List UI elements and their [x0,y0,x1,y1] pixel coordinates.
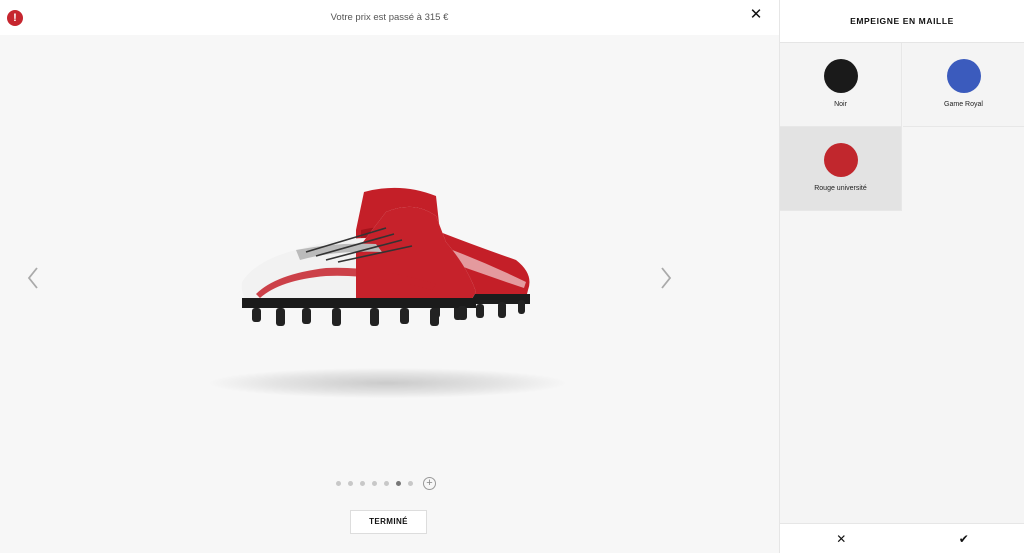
swatch-label: Noir [834,101,847,108]
next-view-button[interactable] [659,265,673,291]
swatch-label: Rouge université [814,185,867,192]
color-selection-panel: EMPEIGNE EN MAILLE Noir Game Royal Rouge… [779,0,1024,553]
product-viewer: ! Votre prix est passé à 315 € ✕ + TERMI… [0,0,779,553]
price-change-message: Votre prix est passé à 315 € [330,12,449,23]
chevron-left-icon [27,267,38,289]
color-circle [824,59,858,93]
view-dot-active[interactable] [396,480,401,486]
add-view-icon[interactable]: + [423,476,436,490]
swatch-rouge-universite[interactable]: Rouge université [780,127,902,211]
swatch-label: Game Royal [944,101,983,108]
color-circle [947,59,981,93]
swatch-game-royal[interactable]: Game Royal [903,43,1024,127]
view-pagination: + [336,476,436,490]
view-dot[interactable] [384,480,389,486]
swatch-noir[interactable]: Noir [780,43,902,127]
price-notification-bar: ! Votre prix est passé à 315 € ✕ [0,0,779,35]
view-dot[interactable] [360,480,365,486]
view-dot[interactable] [336,480,341,486]
close-icon[interactable]: ✕ [749,7,763,22]
confirm-button[interactable]: ✔ [903,524,1024,553]
panel-title: EMPEIGNE EN MAILLE [780,0,1024,43]
panel-footer: ✕ ✔ [780,523,1024,553]
done-button[interactable]: TERMINÉ [350,510,427,534]
view-dot[interactable] [408,480,413,486]
view-dot[interactable] [372,480,377,486]
product-shadow [210,368,565,398]
cancel-button[interactable]: ✕ [780,524,903,553]
previous-view-button[interactable] [26,265,40,291]
product-image-football-boots [236,182,546,342]
color-circle [824,143,858,177]
chevron-right-icon [661,267,672,289]
view-dot[interactable] [348,480,353,486]
